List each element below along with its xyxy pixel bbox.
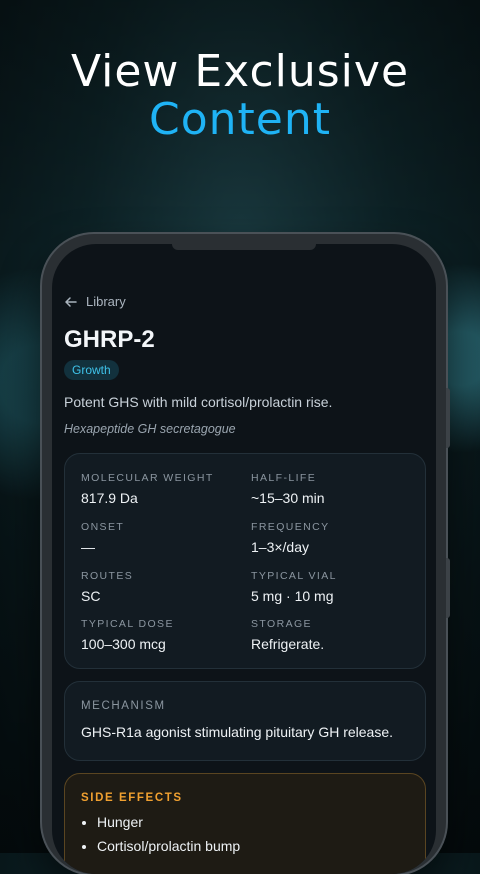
stat-label: HALF-LIFE (251, 472, 317, 484)
stat-value: 817.9 Da (81, 490, 138, 506)
side-effects-card: SIDE EFFECTS Hunger Cortisol/prolactin b… (64, 773, 426, 874)
headline-line1: View Exclusive (70, 46, 410, 97)
stat-label: TYPICAL DOSE (81, 618, 174, 630)
phone-side-button (446, 388, 450, 448)
stat-label: STORAGE (251, 618, 312, 630)
side-effects-label: SIDE EFFECTS (81, 792, 183, 804)
stat-storage: STORAGE Refrigerate. (251, 618, 411, 652)
stat-value: Refrigerate. (251, 636, 325, 652)
stat-value: 100–300 mcg (81, 636, 166, 652)
stat-value: SC (81, 588, 101, 604)
stat-label: TYPICAL VIAL (251, 570, 337, 582)
side-effects-list: Hunger Cortisol/prolactin bump (81, 814, 240, 862)
stat-label: FREQUENCY (251, 521, 330, 533)
peptide-classification: Hexapeptide GH secretagogue (64, 422, 236, 436)
back-label: Library (86, 294, 126, 309)
stat-value: 1–3×/day (251, 539, 309, 555)
stat-typical-dose: TYPICAL DOSE 100–300 mcg (81, 618, 241, 652)
stat-label: ROUTES (81, 570, 134, 582)
mechanism-card: MECHANISM GHS-R1a agonist stimulating pi… (64, 681, 426, 761)
mechanism-label: MECHANISM (81, 700, 166, 712)
stat-value: — (81, 539, 95, 555)
list-item: Hunger (97, 814, 240, 830)
headline-line2: Content (149, 94, 331, 145)
stat-label: ONSET (81, 521, 125, 533)
back-link[interactable]: Library (64, 294, 126, 309)
list-item: Cortisol/prolactin bump (97, 838, 240, 854)
stat-value: ~15–30 min (251, 490, 325, 506)
phone-notch (172, 244, 316, 250)
arrow-left-icon (65, 296, 77, 307)
phone-frame: Library GHRP-2 Growth Potent GHS with mi… (42, 234, 450, 874)
stat-molecular-weight: MOLECULAR WEIGHT 817.9 Da (81, 472, 241, 506)
stat-value: 5 mg · 10 mg (251, 588, 334, 604)
stat-half-life: HALF-LIFE ~15–30 min (251, 472, 411, 506)
peptide-summary: Potent GHS with mild cortisol/prolactin … (64, 394, 333, 410)
stat-routes: ROUTES SC (81, 570, 241, 604)
stat-typical-vial: TYPICAL VIAL 5 mg · 10 mg (251, 570, 411, 604)
peptide-title: GHRP-2 (64, 326, 155, 353)
category-badge: Growth (64, 360, 119, 380)
phone-screen: Library GHRP-2 Growth Potent GHS with mi… (52, 244, 436, 874)
stat-label: MOLECULAR WEIGHT (81, 472, 214, 484)
mechanism-text: GHS-R1a agonist stimulating pituitary GH… (81, 724, 394, 740)
stats-card: MOLECULAR WEIGHT 817.9 Da HALF-LIFE ~15–… (64, 453, 426, 669)
stat-onset: ONSET — (81, 521, 241, 555)
phone-side-button (446, 558, 450, 618)
stat-frequency: FREQUENCY 1–3×/day (251, 521, 411, 555)
